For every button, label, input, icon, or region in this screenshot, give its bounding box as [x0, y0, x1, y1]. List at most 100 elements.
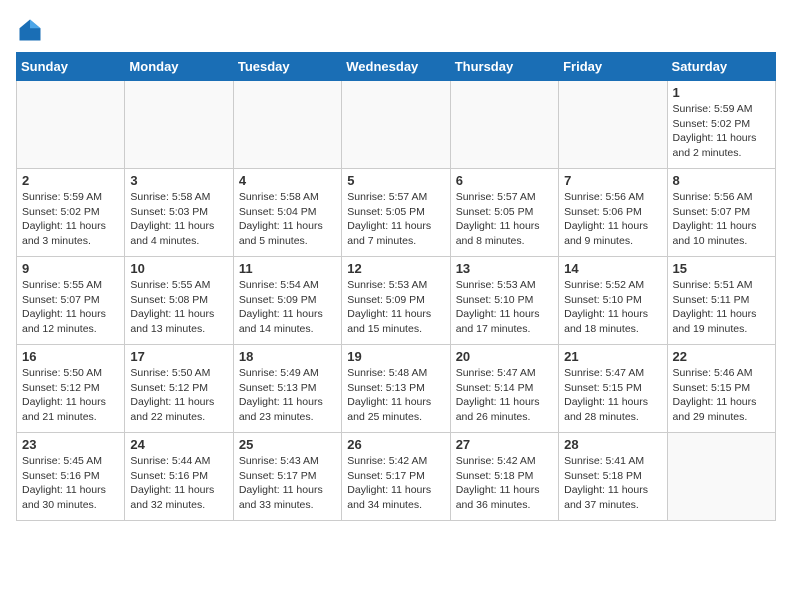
calendar-cell	[559, 81, 667, 169]
calendar-table: SundayMondayTuesdayWednesdayThursdayFrid…	[16, 52, 776, 521]
calendar-cell: 11 Sunrise: 5:54 AM Sunset: 5:09 PM Dayli…	[233, 257, 341, 345]
day-number: 14	[564, 261, 661, 276]
day-info: Sunrise: 5:58 AM Sunset: 5:03 PM Dayligh…	[130, 190, 227, 249]
day-number: 24	[130, 437, 227, 452]
calendar-cell: 28 Sunrise: 5:41 AM Sunset: 5:18 PM Dayli…	[559, 433, 667, 521]
calendar-cell: 20 Sunrise: 5:47 AM Sunset: 5:14 PM Dayli…	[450, 345, 558, 433]
calendar-cell: 18 Sunrise: 5:49 AM Sunset: 5:13 PM Dayli…	[233, 345, 341, 433]
logo	[16, 16, 48, 44]
day-info: Sunrise: 5:56 AM Sunset: 5:06 PM Dayligh…	[564, 190, 661, 249]
day-info: Sunrise: 5:59 AM Sunset: 5:02 PM Dayligh…	[673, 102, 770, 161]
calendar-cell: 8 Sunrise: 5:56 AM Sunset: 5:07 PM Daylig…	[667, 169, 775, 257]
day-info: Sunrise: 5:44 AM Sunset: 5:16 PM Dayligh…	[130, 454, 227, 513]
logo-icon	[16, 16, 44, 44]
calendar-cell: 22 Sunrise: 5:46 AM Sunset: 5:15 PM Dayli…	[667, 345, 775, 433]
day-number: 22	[673, 349, 770, 364]
day-info: Sunrise: 5:57 AM Sunset: 5:05 PM Dayligh…	[456, 190, 553, 249]
calendar-cell	[17, 81, 125, 169]
calendar-cell: 3 Sunrise: 5:58 AM Sunset: 5:03 PM Daylig…	[125, 169, 233, 257]
day-info: Sunrise: 5:47 AM Sunset: 5:14 PM Dayligh…	[456, 366, 553, 425]
calendar-cell: 2 Sunrise: 5:59 AM Sunset: 5:02 PM Daylig…	[17, 169, 125, 257]
page-header	[16, 16, 776, 44]
day-info: Sunrise: 5:50 AM Sunset: 5:12 PM Dayligh…	[130, 366, 227, 425]
day-number: 7	[564, 173, 661, 188]
day-info: Sunrise: 5:55 AM Sunset: 5:07 PM Dayligh…	[22, 278, 119, 337]
day-info: Sunrise: 5:57 AM Sunset: 5:05 PM Dayligh…	[347, 190, 444, 249]
day-number: 1	[673, 85, 770, 100]
weekday-header: Sunday	[17, 53, 125, 81]
day-number: 20	[456, 349, 553, 364]
day-number: 23	[22, 437, 119, 452]
day-number: 2	[22, 173, 119, 188]
calendar-cell: 23 Sunrise: 5:45 AM Sunset: 5:16 PM Dayli…	[17, 433, 125, 521]
day-number: 9	[22, 261, 119, 276]
weekday-header: Friday	[559, 53, 667, 81]
calendar-cell: 4Sunrise: 5:58 AM Sunset: 5:04 PM Daylig…	[233, 169, 341, 257]
weekday-header: Thursday	[450, 53, 558, 81]
calendar-cell	[233, 81, 341, 169]
calendar-cell	[125, 81, 233, 169]
calendar-cell	[342, 81, 450, 169]
day-info: Sunrise: 5:53 AM Sunset: 5:09 PM Dayligh…	[347, 278, 444, 337]
calendar-cell: 21 Sunrise: 5:47 AM Sunset: 5:15 PM Dayli…	[559, 345, 667, 433]
day-info: Sunrise: 5:45 AM Sunset: 5:16 PM Dayligh…	[22, 454, 119, 513]
day-info: Sunrise: 5:56 AM Sunset: 5:07 PM Dayligh…	[673, 190, 770, 249]
calendar-cell: 16Sunrise: 5:50 AM Sunset: 5:12 PM Dayli…	[17, 345, 125, 433]
calendar-cell: 27 Sunrise: 5:42 AM Sunset: 5:18 PM Dayli…	[450, 433, 558, 521]
day-info: Sunrise: 5:49 AM Sunset: 5:13 PM Dayligh…	[239, 366, 336, 425]
calendar-cell	[667, 433, 775, 521]
calendar-cell: 25 Sunrise: 5:43 AM Sunset: 5:17 PM Dayli…	[233, 433, 341, 521]
calendar-cell	[450, 81, 558, 169]
day-number: 18	[239, 349, 336, 364]
day-number: 6	[456, 173, 553, 188]
day-info: Sunrise: 5:54 AM Sunset: 5:09 PM Dayligh…	[239, 278, 336, 337]
calendar-week-row: 1 Sunrise: 5:59 AM Sunset: 5:02 PM Daylig…	[17, 81, 776, 169]
day-info: Sunrise: 5:53 AM Sunset: 5:10 PM Dayligh…	[456, 278, 553, 337]
calendar-week-row: 2 Sunrise: 5:59 AM Sunset: 5:02 PM Daylig…	[17, 169, 776, 257]
day-number: 25	[239, 437, 336, 452]
day-info: Sunrise: 5:43 AM Sunset: 5:17 PM Dayligh…	[239, 454, 336, 513]
calendar-cell: 10 Sunrise: 5:55 AM Sunset: 5:08 PM Dayli…	[125, 257, 233, 345]
day-number: 15	[673, 261, 770, 276]
day-number: 27	[456, 437, 553, 452]
day-info: Sunrise: 5:42 AM Sunset: 5:17 PM Dayligh…	[347, 454, 444, 513]
day-info: Sunrise: 5:48 AM Sunset: 5:13 PM Dayligh…	[347, 366, 444, 425]
day-number: 17	[130, 349, 227, 364]
calendar-week-row: 23 Sunrise: 5:45 AM Sunset: 5:16 PM Dayli…	[17, 433, 776, 521]
calendar-cell: 9 Sunrise: 5:55 AM Sunset: 5:07 PM Daylig…	[17, 257, 125, 345]
day-info: Sunrise: 5:42 AM Sunset: 5:18 PM Dayligh…	[456, 454, 553, 513]
day-number: 10	[130, 261, 227, 276]
weekday-header: Monday	[125, 53, 233, 81]
day-number: 4	[239, 173, 336, 188]
day-info: Sunrise: 5:51 AM Sunset: 5:11 PM Dayligh…	[673, 278, 770, 337]
day-number: 8	[673, 173, 770, 188]
day-info: Sunrise: 5:47 AM Sunset: 5:15 PM Dayligh…	[564, 366, 661, 425]
calendar-cell: 1 Sunrise: 5:59 AM Sunset: 5:02 PM Daylig…	[667, 81, 775, 169]
calendar-cell: 5 Sunrise: 5:57 AM Sunset: 5:05 PM Daylig…	[342, 169, 450, 257]
day-number: 21	[564, 349, 661, 364]
day-number: 26	[347, 437, 444, 452]
day-number: 28	[564, 437, 661, 452]
day-info: Sunrise: 5:41 AM Sunset: 5:18 PM Dayligh…	[564, 454, 661, 513]
day-number: 16	[22, 349, 119, 364]
calendar-cell: 7 Sunrise: 5:56 AM Sunset: 5:06 PM Daylig…	[559, 169, 667, 257]
day-number: 11	[239, 261, 336, 276]
calendar-week-row: 9 Sunrise: 5:55 AM Sunset: 5:07 PM Daylig…	[17, 257, 776, 345]
calendar-cell: 17 Sunrise: 5:50 AM Sunset: 5:12 PM Dayli…	[125, 345, 233, 433]
calendar-cell: 14 Sunrise: 5:52 AM Sunset: 5:10 PM Dayli…	[559, 257, 667, 345]
weekday-header: Saturday	[667, 53, 775, 81]
day-info: Sunrise: 5:59 AM Sunset: 5:02 PM Dayligh…	[22, 190, 119, 249]
calendar-cell: 6 Sunrise: 5:57 AM Sunset: 5:05 PM Daylig…	[450, 169, 558, 257]
calendar-cell: 24 Sunrise: 5:44 AM Sunset: 5:16 PM Dayli…	[125, 433, 233, 521]
day-info: Sunrise: 5:52 AM Sunset: 5:10 PM Dayligh…	[564, 278, 661, 337]
calendar-cell: 19Sunrise: 5:48 AM Sunset: 5:13 PM Dayli…	[342, 345, 450, 433]
day-number: 13	[456, 261, 553, 276]
calendar-header-row: SundayMondayTuesdayWednesdayThursdayFrid…	[17, 53, 776, 81]
day-info: Sunrise: 5:55 AM Sunset: 5:08 PM Dayligh…	[130, 278, 227, 337]
day-number: 5	[347, 173, 444, 188]
weekday-header: Tuesday	[233, 53, 341, 81]
day-number: 3	[130, 173, 227, 188]
weekday-header: Wednesday	[342, 53, 450, 81]
calendar-cell: 12Sunrise: 5:53 AM Sunset: 5:09 PM Dayli…	[342, 257, 450, 345]
day-info: Sunrise: 5:46 AM Sunset: 5:15 PM Dayligh…	[673, 366, 770, 425]
